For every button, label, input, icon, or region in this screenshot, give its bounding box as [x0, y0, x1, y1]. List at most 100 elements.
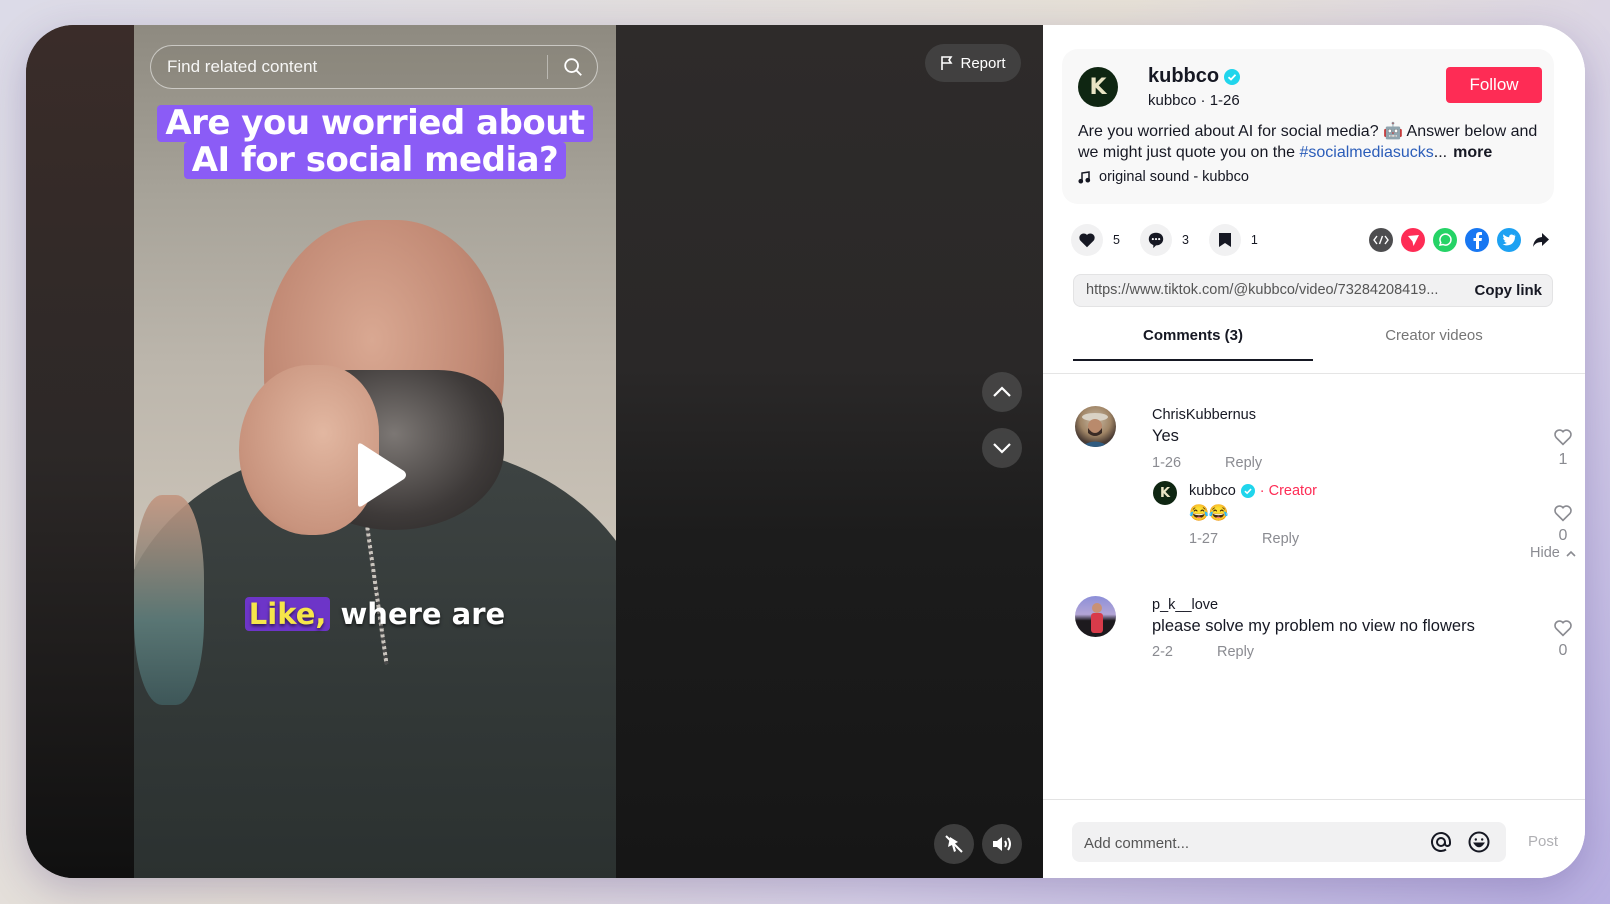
post-description: Are you worried about AI for social medi…: [1078, 121, 1548, 163]
description-ellipsis: ...: [1433, 144, 1448, 161]
video-backdrop-right: [616, 25, 1043, 878]
facebook-icon: [1473, 232, 1482, 249]
related-content-search-input[interactable]: [165, 46, 529, 88]
volume-button[interactable]: [982, 824, 1022, 864]
video-stage: Are you worried about AI for social medi…: [26, 25, 1043, 878]
reply-like-count: 0: [1558, 527, 1568, 544]
comment-avatar[interactable]: [1075, 406, 1116, 447]
music-note-icon: [1078, 170, 1091, 184]
reply-meta: 1-27 Reply: [1189, 531, 1299, 547]
comment-meta: 2-2 Reply: [1152, 644, 1254, 660]
chevron-up-icon: [993, 386, 1011, 397]
user-photo-icon: [1091, 603, 1103, 633]
embed-code-icon: [1373, 235, 1389, 245]
add-comment-input[interactable]: [1082, 822, 1416, 864]
author-name[interactable]: kubbco: [1148, 65, 1241, 88]
video-link-url[interactable]: https://www.tiktok.com/@kubbco/video/732…: [1086, 282, 1446, 298]
video-overlay-title: Are you worried about AI for social medi…: [134, 105, 616, 179]
video-detail-modal: Are you worried about AI for social medi…: [26, 25, 1585, 878]
related-content-search: [150, 45, 598, 89]
comment-action[interactable]: 3: [1139, 224, 1189, 256]
whatsapp-button[interactable]: [1433, 228, 1457, 252]
search-divider: [547, 55, 548, 79]
post-comment-button[interactable]: Post: [1528, 833, 1558, 850]
reply-avatar[interactable]: K: [1153, 481, 1177, 505]
comment-like[interactable]: 0: [1548, 619, 1578, 660]
composer-divider: [1043, 799, 1585, 800]
floating-player-button[interactable]: [934, 824, 974, 864]
next-video-button[interactable]: [982, 428, 1022, 468]
search-button[interactable]: [555, 50, 591, 84]
comment-count: 3: [1181, 233, 1189, 247]
save-action[interactable]: 1: [1208, 224, 1258, 256]
picture-in-picture-off-icon: [945, 835, 963, 853]
save-button[interactable]: [1208, 224, 1241, 256]
report-button[interactable]: Report: [925, 44, 1021, 82]
mention-icon[interactable]: [1429, 830, 1453, 854]
previous-video-button[interactable]: [982, 372, 1022, 412]
hide-label: Hide: [1530, 545, 1560, 561]
share-row: [1369, 228, 1553, 252]
hashtag-link[interactable]: #socialmediasucks: [1299, 144, 1433, 161]
facebook-button[interactable]: [1465, 228, 1489, 252]
comment-author[interactable]: p_k__love: [1152, 597, 1218, 613]
comment-button[interactable]: [1139, 224, 1172, 256]
hide-replies-button[interactable]: Hide: [1530, 545, 1576, 561]
play-icon: [358, 443, 406, 507]
engagement-actions: 5 3 1: [1071, 222, 1258, 258]
like-action[interactable]: 5: [1071, 224, 1120, 256]
author-avatar[interactable]: K: [1078, 67, 1118, 107]
tab-creator-videos[interactable]: Creator videos: [1314, 313, 1554, 359]
comment-author[interactable]: ChrisKubbernus: [1152, 407, 1256, 423]
comment-text: please solve my problem no view no flowe…: [1152, 617, 1475, 635]
author-username: kubbco: [1148, 65, 1220, 87]
reply-button[interactable]: Reply: [1262, 531, 1299, 547]
reply-date: 1-27: [1189, 531, 1219, 547]
twitter-button[interactable]: [1497, 228, 1521, 252]
comment-date: 1-26: [1152, 455, 1182, 471]
comment-date: 2-2: [1152, 644, 1173, 660]
more-button[interactable]: more: [1453, 144, 1492, 161]
comment-composer: [1072, 822, 1506, 864]
details-panel: K kubbco kubbco · 1-26 Follow Are you wo…: [1043, 25, 1585, 878]
like-button[interactable]: [1071, 224, 1103, 256]
video-backdrop-left: [26, 25, 134, 878]
tabs-divider: [1043, 373, 1585, 374]
comment-like-count: 1: [1558, 451, 1568, 468]
reply-author[interactable]: kubbco · Creator: [1189, 483, 1317, 499]
like-count: 5: [1113, 233, 1120, 247]
emoji-icon[interactable]: [1467, 830, 1491, 854]
overlay-title-line-2: AI for social media?: [183, 142, 567, 179]
sound-link[interactable]: original sound - kubbco: [1078, 169, 1249, 185]
more-share-options-button[interactable]: [1529, 228, 1553, 252]
flag-icon: [941, 56, 953, 70]
embed-button[interactable]: [1369, 228, 1393, 252]
save-count: 1: [1250, 233, 1258, 247]
comment-avatar[interactable]: [1075, 596, 1116, 637]
follow-button[interactable]: Follow: [1446, 67, 1542, 103]
copy-link-button[interactable]: Copy link: [1474, 282, 1542, 299]
chevron-up-icon: [1566, 550, 1576, 557]
video-link-field: https://www.tiktok.com/@kubbco/video/732…: [1073, 274, 1553, 307]
whatsapp-icon: [1438, 233, 1452, 246]
author-subtitle: kubbco · 1-26: [1148, 92, 1240, 109]
heart-icon: [1079, 233, 1095, 248]
verified-badge-icon: [1240, 484, 1255, 498]
reply-button[interactable]: Reply: [1217, 644, 1254, 660]
heart-outline-icon: [1554, 620, 1572, 637]
verified-badge-icon: [1224, 68, 1241, 85]
report-label: Report: [960, 54, 1006, 72]
play-button[interactable]: [350, 440, 410, 510]
comment-text: Yes: [1152, 427, 1179, 445]
author-avatar-letter: K: [1089, 74, 1107, 100]
comment-like[interactable]: 1: [1548, 428, 1578, 469]
comment-meta: 1-26 Reply: [1152, 455, 1262, 471]
caption-highlight: Like,: [244, 597, 331, 631]
tab-comments[interactable]: Comments (3): [1073, 313, 1313, 361]
twitter-icon: [1502, 234, 1516, 246]
heart-outline-icon: [1554, 505, 1572, 522]
reply-button[interactable]: Reply: [1225, 455, 1262, 471]
send-to-friends-button[interactable]: [1401, 228, 1425, 252]
reply-like[interactable]: 0: [1548, 504, 1578, 545]
video-player[interactable]: Are you worried about AI for social medi…: [134, 25, 616, 878]
